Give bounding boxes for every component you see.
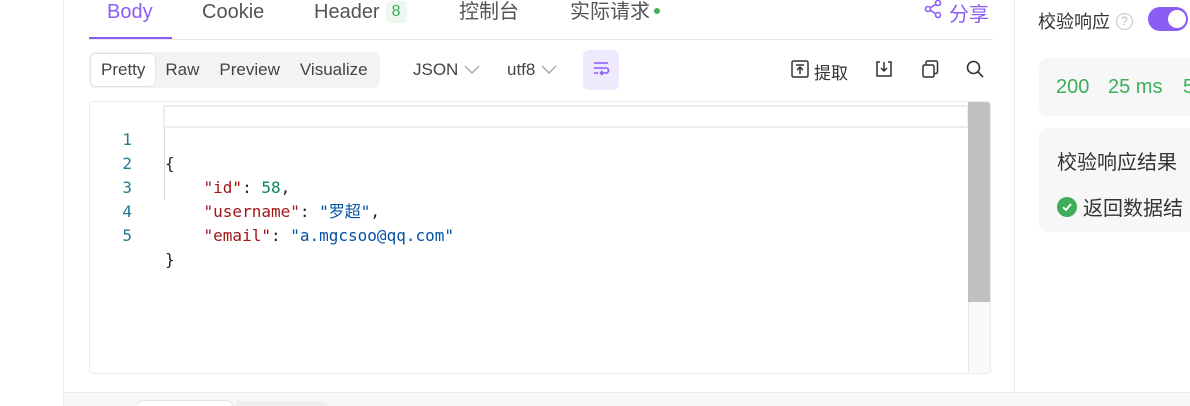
download-button[interactable] bbox=[874, 58, 894, 84]
header-count-badge: 8 bbox=[385, 1, 407, 23]
response-body-editor[interactable]: 1 { 2 "id": 58, 3 "username": "罗超", 4 "e… bbox=[89, 101, 991, 374]
code-line: 3 "username": "罗超", bbox=[90, 152, 960, 221]
bottom-tab[interactable] bbox=[137, 400, 233, 406]
format-select[interactable]: JSON bbox=[413, 52, 480, 88]
panel-divider bbox=[1014, 0, 1015, 392]
scrollbar-thumb[interactable] bbox=[968, 102, 990, 302]
share-button[interactable]: 分享 bbox=[923, 0, 989, 26]
search-icon bbox=[965, 59, 985, 84]
view-mode-switcher: Pretty Raw Preview Visualize bbox=[89, 52, 380, 88]
extract-icon bbox=[790, 59, 810, 84]
code-line: 1 { bbox=[90, 104, 960, 173]
code-line: 2 "id": 58, bbox=[90, 128, 960, 197]
verify-response-text: 校验响应 bbox=[1038, 12, 1110, 32]
left-sidebar bbox=[0, 0, 64, 406]
tab-cookie[interactable]: Cookie bbox=[202, 0, 264, 40]
response-time: 25 ms bbox=[1108, 76, 1163, 98]
chevron-down-icon bbox=[464, 52, 480, 88]
tab-header[interactable]: Header 8 bbox=[314, 0, 407, 40]
format-select-value: JSON bbox=[413, 60, 459, 79]
response-stats-card: 200 25 ms 5 bbox=[1039, 58, 1190, 116]
search-button[interactable] bbox=[965, 58, 985, 84]
chevron-down-icon bbox=[541, 52, 557, 88]
extract-button[interactable]: 提取 bbox=[790, 58, 848, 84]
code-text: } bbox=[165, 250, 175, 269]
response-size: 5 bbox=[1183, 76, 1190, 98]
line-number: 5 bbox=[122, 226, 132, 245]
view-mode-raw[interactable]: Raw bbox=[155, 54, 209, 86]
tab-actual-request-label: 实际请求 bbox=[570, 1, 650, 23]
view-mode-pretty[interactable]: Pretty bbox=[91, 54, 156, 86]
verify-result-row: 返回数据结 bbox=[1057, 192, 1183, 221]
encoding-select-value: utf8 bbox=[507, 60, 536, 79]
view-mode-visualize[interactable]: Visualize bbox=[290, 54, 378, 86]
status-dot bbox=[654, 8, 660, 14]
word-wrap-icon bbox=[591, 58, 611, 83]
share-label: 分享 bbox=[949, 3, 989, 26]
verify-result-card: 校验响应结果 返回数据结 bbox=[1039, 128, 1190, 232]
tab-console[interactable]: 控制台 bbox=[459, 0, 519, 40]
view-mode-preview[interactable]: Preview bbox=[209, 54, 289, 86]
download-icon bbox=[874, 59, 894, 84]
status-code: 200 bbox=[1056, 76, 1090, 98]
word-wrap-button[interactable] bbox=[583, 50, 619, 90]
bottom-tab[interactable] bbox=[234, 401, 328, 406]
code-line: 5 } bbox=[90, 200, 960, 269]
check-circle-icon bbox=[1057, 196, 1077, 217]
help-icon[interactable]: ? bbox=[1116, 12, 1133, 30]
verify-response-toggle[interactable] bbox=[1148, 7, 1188, 31]
copy-icon bbox=[920, 59, 940, 84]
verify-result-text: 返回数据结 bbox=[1083, 198, 1183, 220]
extract-label: 提取 bbox=[814, 63, 848, 83]
json-value: "a.mgcsoo@qq.com" bbox=[290, 226, 454, 245]
share-icon bbox=[923, 0, 943, 25]
code-line: 4 "email": "a.mgcsoo@qq.com" bbox=[90, 176, 960, 245]
tab-header-label: Header bbox=[314, 1, 380, 23]
copy-button[interactable] bbox=[920, 58, 940, 84]
active-tab-indicator bbox=[89, 37, 172, 39]
verify-result-title: 校验响应结果 bbox=[1057, 152, 1177, 174]
verify-response-label: 校验响应 ? bbox=[1038, 8, 1133, 34]
tab-actual-request[interactable]: 实际请求 bbox=[570, 0, 660, 40]
json-key: "email" bbox=[203, 226, 271, 245]
encoding-select[interactable]: utf8 bbox=[507, 52, 557, 88]
tab-body[interactable]: Body bbox=[107, 0, 153, 40]
